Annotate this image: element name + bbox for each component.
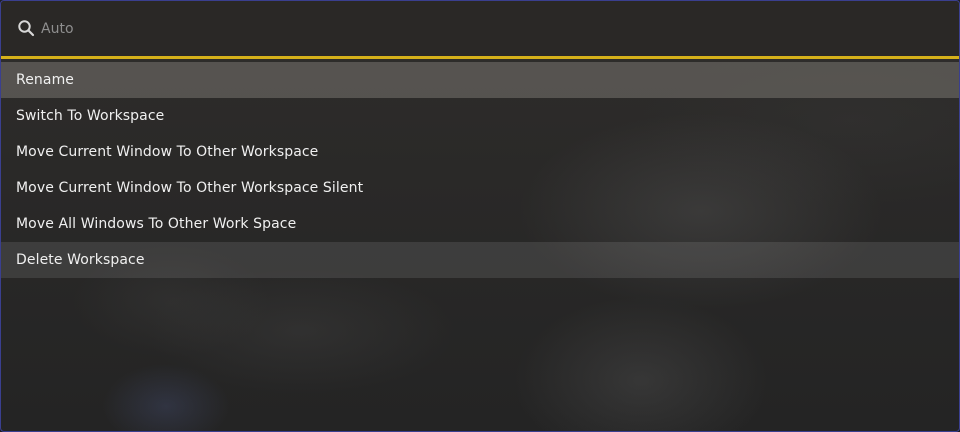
search-icon [17,19,35,37]
list-item-move-all-windows[interactable]: Move All Windows To Other Work Space [1,206,959,242]
list-item-switch-to-workspace[interactable]: Switch To Workspace [1,98,959,134]
list-item-label: Move All Windows To Other Work Space [16,216,297,232]
list-item-label: Move Current Window To Other Workspace [16,144,319,160]
launcher-window: Rename Switch To Workspace Move Current … [0,0,960,432]
list-item-label: Switch To Workspace [16,108,165,124]
list-item-label: Delete Workspace [16,252,145,268]
search-input[interactable] [41,16,921,41]
list-item-rename[interactable]: Rename [1,62,959,98]
list-item-move-current-window[interactable]: Move Current Window To Other Workspace [1,134,959,170]
command-list: Rename Switch To Workspace Move Current … [1,62,959,278]
list-item-label: Move Current Window To Other Workspace S… [16,180,364,196]
list-item-delete-workspace[interactable]: Delete Workspace [1,242,959,278]
search-bar [1,1,959,59]
list-item-label: Rename [16,72,75,88]
list-item-move-current-window-silent[interactable]: Move Current Window To Other Workspace S… [1,170,959,206]
